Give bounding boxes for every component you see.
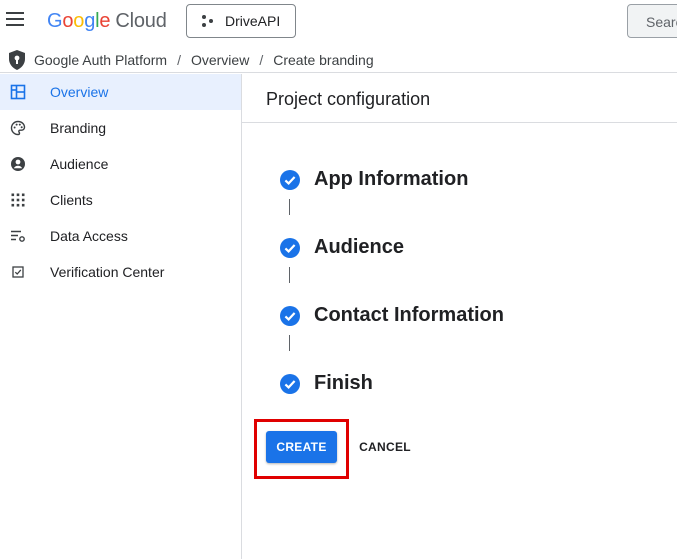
breadcrumb-create-branding: Create branding <box>273 51 374 68</box>
apps-grid-icon <box>11 193 25 207</box>
google-cloud-logo[interactable]: Google Cloud <box>47 10 167 33</box>
project-name: DriveAPI <box>225 13 281 29</box>
logo-letter: e <box>99 10 111 32</box>
logo-letter: G <box>47 10 63 32</box>
top-bar: GoogleCloud DriveAPI Search <box>0 0 677 44</box>
menu-icon[interactable] <box>6 12 24 30</box>
shield-lock-icon <box>9 49 25 70</box>
step-connector <box>289 267 290 283</box>
divider <box>242 122 677 123</box>
breadcrumb: Google Auth Platform / Overview / Create… <box>0 47 677 73</box>
step-connector <box>289 199 290 215</box>
checkbox-icon <box>12 266 24 278</box>
sidebar-item-audience[interactable]: Audience <box>0 146 241 182</box>
project-icon <box>201 14 215 28</box>
step-app-information: App Information <box>280 168 468 191</box>
dashboard-icon <box>10 84 26 100</box>
logo-letter: o <box>73 10 85 32</box>
sidebar-item-overview[interactable]: Overview <box>0 74 241 110</box>
sidebar-item-branding[interactable]: Branding <box>0 110 241 146</box>
sidebar-item-label: Verification Center <box>50 264 165 280</box>
logo-letter: o <box>62 10 74 32</box>
account-circle-icon <box>11 157 25 171</box>
logo-letter: g <box>84 10 96 32</box>
create-button[interactable]: CREATE <box>266 431 337 463</box>
check-circle-icon <box>280 169 300 190</box>
breadcrumb-separator: / <box>177 51 181 68</box>
palette-icon <box>10 120 26 136</box>
step-label: Contact Information <box>314 304 504 326</box>
sidebar-item-label: Clients <box>50 192 93 208</box>
project-picker-button[interactable]: DriveAPI <box>186 4 296 38</box>
check-circle-icon <box>280 237 300 258</box>
page-title: Project configuration <box>266 89 431 109</box>
sidebar-item-data-access[interactable]: Data Access <box>0 218 241 254</box>
sidebar-item-clients[interactable]: Clients <box>0 182 241 218</box>
step-audience: Audience <box>280 236 404 259</box>
sidebar: Overview Branding Audience Clients Data … <box>0 74 242 559</box>
sidebar-item-label: Overview <box>50 84 109 100</box>
breadcrumb-separator: / <box>259 51 264 68</box>
step-contact-information: Contact Information <box>280 304 504 327</box>
sidebar-item-label: Branding <box>50 120 107 136</box>
sidebar-item-verification-center[interactable]: Verification Center <box>0 254 241 290</box>
step-label: App Information <box>314 168 469 190</box>
sidebar-item-label: Data Access <box>50 228 128 244</box>
step-connector <box>289 335 290 351</box>
check-circle-icon <box>280 373 300 394</box>
breadcrumb-google-auth-platform[interactable]: Google Auth Platform <box>34 52 167 68</box>
logo-product: Cloud <box>115 10 167 32</box>
check-circle-icon <box>280 305 300 326</box>
step-finish: Finish <box>280 372 373 395</box>
step-label: Finish <box>314 372 373 394</box>
sidebar-item-label: Audience <box>50 156 109 172</box>
breadcrumb-overview[interactable]: Overview <box>191 52 249 68</box>
search-input[interactable]: Search <box>627 4 677 38</box>
step-label: Audience <box>314 236 405 258</box>
cancel-button[interactable]: CANCEL <box>350 431 420 463</box>
tune-list-icon <box>11 230 25 242</box>
main-content: Project configuration App Information Au… <box>242 74 677 559</box>
